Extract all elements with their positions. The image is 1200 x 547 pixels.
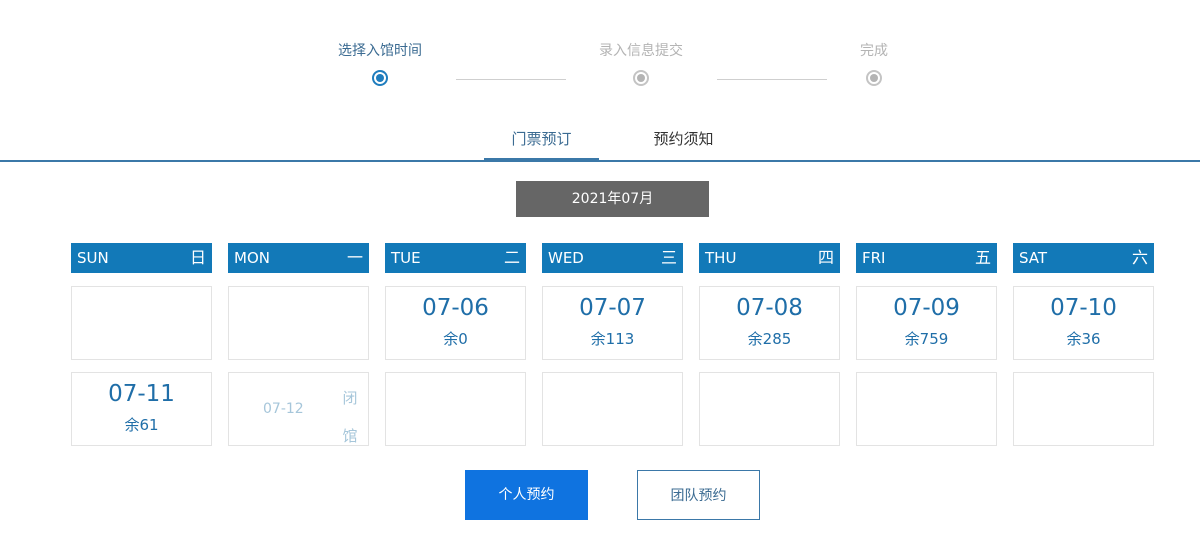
cell-remaining: 余61 bbox=[124, 416, 159, 434]
weekday-en: FRI bbox=[862, 249, 886, 267]
calendar-cell-07-12-closed: 07-12 闭馆 bbox=[228, 372, 369, 446]
cell-date: 07-07 bbox=[579, 295, 646, 321]
calendar-cell-07-09[interactable]: 07-09 余759 bbox=[856, 286, 997, 360]
cell-remaining: 余759 bbox=[904, 330, 949, 348]
closed-label: 闭馆 bbox=[342, 389, 358, 445]
cell-date: 07-08 bbox=[736, 295, 803, 321]
calendar-cell-07-06[interactable]: 07-06 余0 bbox=[385, 286, 526, 360]
step-pending-radio-icon bbox=[633, 70, 649, 86]
weekday-en: THU bbox=[705, 249, 737, 267]
weekday-zh: 六 bbox=[1131, 248, 1148, 267]
step-connector bbox=[717, 79, 827, 80]
weekday-header-tue: TUE 二 bbox=[385, 243, 526, 273]
cell-date: 07-11 bbox=[108, 381, 175, 407]
weekday-header-fri: FRI 五 bbox=[856, 243, 997, 273]
weekday-zh: 二 bbox=[503, 248, 520, 267]
cell-date: 07-10 bbox=[1050, 295, 1117, 321]
cell-remaining: 余0 bbox=[443, 330, 468, 348]
cell-remaining: 余285 bbox=[747, 330, 792, 348]
cell-remaining: 余113 bbox=[590, 330, 635, 348]
weekday-en: SUN bbox=[77, 249, 109, 267]
tabs-divider bbox=[0, 160, 1200, 162]
tab-ticket-booking[interactable]: 门票预订 bbox=[484, 122, 599, 160]
group-booking-button[interactable]: 团队预约 bbox=[637, 470, 760, 520]
calendar-cell-empty bbox=[699, 372, 840, 446]
weekday-en: SAT bbox=[1019, 249, 1048, 267]
calendar-cell-empty bbox=[542, 372, 683, 446]
calendar-cell-empty bbox=[1013, 372, 1154, 446]
weekday-en: WED bbox=[548, 249, 584, 267]
weekday-zh: 三 bbox=[660, 248, 677, 267]
calendar-cell-07-07[interactable]: 07-07 余113 bbox=[542, 286, 683, 360]
cell-date: 07-12 bbox=[263, 401, 304, 417]
step-submit-info: 录入信息提交 bbox=[581, 40, 701, 86]
cell-date: 07-06 bbox=[422, 295, 489, 321]
cell-remaining: 余36 bbox=[1066, 330, 1101, 348]
weekday-zh: 日 bbox=[189, 248, 206, 267]
weekday-zh: 一 bbox=[346, 248, 363, 267]
weekday-header-sun: SUN 日 bbox=[71, 243, 212, 273]
weekday-header-mon: MON 一 bbox=[228, 243, 369, 273]
calendar-cell-empty bbox=[71, 286, 212, 360]
calendar-cell-empty bbox=[228, 286, 369, 360]
weekday-zh: 四 bbox=[817, 248, 834, 267]
tab-booking-notice[interactable]: 预约须知 bbox=[626, 122, 741, 160]
step-label: 完成 bbox=[860, 43, 888, 59]
calendar-cell-empty bbox=[856, 372, 997, 446]
step-select-time: 选择入馆时间 bbox=[320, 40, 440, 86]
step-complete: 完成 bbox=[814, 40, 934, 86]
calendar-cell-07-08[interactable]: 07-08 余285 bbox=[699, 286, 840, 360]
month-selector[interactable]: 2021年07月 bbox=[516, 181, 709, 217]
weekday-header-wed: WED 三 bbox=[542, 243, 683, 273]
weekday-en: TUE bbox=[391, 249, 421, 267]
weekday-en: MON bbox=[234, 249, 270, 267]
step-label: 录入信息提交 bbox=[599, 43, 683, 59]
calendar-cell-empty bbox=[385, 372, 526, 446]
calendar-cell-07-10[interactable]: 07-10 余36 bbox=[1013, 286, 1154, 360]
step-connector bbox=[456, 79, 566, 80]
step-active-radio-icon bbox=[372, 70, 388, 86]
weekday-header-thu: THU 四 bbox=[699, 243, 840, 273]
cell-date: 07-09 bbox=[893, 295, 960, 321]
individual-booking-button[interactable]: 个人预约 bbox=[465, 470, 588, 520]
calendar-cell-07-11[interactable]: 07-11 余61 bbox=[71, 372, 212, 446]
step-pending-radio-icon bbox=[866, 70, 882, 86]
weekday-header-sat: SAT 六 bbox=[1013, 243, 1154, 273]
step-label: 选择入馆时间 bbox=[338, 43, 422, 59]
weekday-zh: 五 bbox=[974, 248, 991, 267]
